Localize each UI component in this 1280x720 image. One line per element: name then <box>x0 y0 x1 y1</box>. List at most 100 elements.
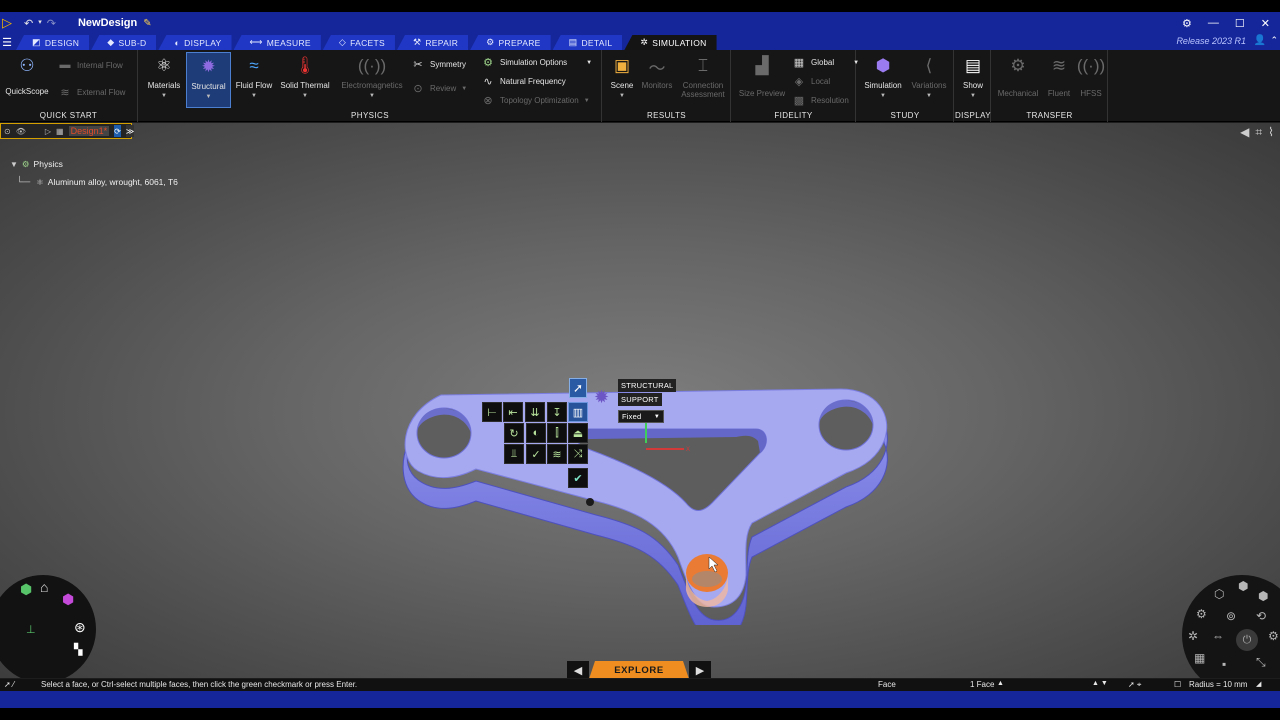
home-icon[interactable]: ⌂ <box>40 579 48 595</box>
status-expand-icon[interactable]: ◢ <box>1256 680 1261 688</box>
symmetry-button[interactable]: ✂ Symmetry <box>411 58 466 71</box>
mechanical-button[interactable]: ⚙ Mechanical <box>996 54 1040 98</box>
tab-measure[interactable]: ⟷ Measure <box>233 35 321 50</box>
refresh-icon[interactable]: ⟳ <box>114 125 121 137</box>
quickscope-button[interactable]: ⚇ QuickScope <box>4 54 50 96</box>
status-up-icon[interactable]: ▲ ▼ <box>1092 680 1108 687</box>
fluid-flow-dropdown-icon[interactable]: ▼ <box>251 93 257 99</box>
tab-facets[interactable]: ◇ Facets <box>322 35 395 50</box>
chevron-down-icon[interactable]: ▼ <box>654 414 660 420</box>
select-mode-icons[interactable]: ➚ ⌖ <box>1128 680 1141 690</box>
wireframe-cube-icon[interactable]: ⬡ <box>1214 587 1224 601</box>
grid-icon[interactable]: ▦ <box>1194 651 1205 665</box>
simulation-options-dropdown-icon[interactable]: ▼ <box>586 60 592 66</box>
simulation-options-button[interactable]: ⚙ Simulation Options ▼ <box>481 56 592 69</box>
radius-value[interactable]: Radius = 10 mm <box>1189 680 1247 689</box>
resolution-button[interactable]: ▩ Resolution <box>792 94 849 107</box>
collapse-triangle-icon[interactable]: ▼ <box>10 160 18 169</box>
bolt-pretension-tool-icon[interactable]: ⫿ <box>547 423 567 443</box>
solid-thermal-button[interactable]: 🌡 Solid Thermal ▼ <box>279 54 331 99</box>
size-preview-button[interactable]: ▟ Size Preview <box>736 54 788 98</box>
shaded-cube-icon[interactable]: ⬢ <box>1258 589 1268 603</box>
maximize-button[interactable]: ☐ <box>1235 17 1245 30</box>
selection-filter[interactable]: Face <box>878 680 896 689</box>
fluent-button[interactable]: ≋ Fluent <box>1042 54 1076 98</box>
review-button[interactable]: ⊙ Review ▼ <box>411 82 467 95</box>
electromagnetics-button[interactable]: ((·)) Electromagnetics ▼ <box>339 54 405 99</box>
selection-count[interactable]: 1 Face <box>970 680 994 689</box>
force-tool-icon[interactable]: ↧ <box>547 402 567 422</box>
tab-simulation[interactable]: ✲ Simulation <box>624 35 717 50</box>
pin-icon[interactable]: ⊙ <box>4 127 11 136</box>
checker-icon[interactable]: ▚ <box>74 643 82 656</box>
app-logo-icon[interactable]: ▷ <box>2 16 16 30</box>
topology-dropdown-icon[interactable]: ▼ <box>584 98 590 104</box>
variations-button[interactable]: ⟨ Variations ▼ <box>907 54 951 99</box>
design-tab[interactable]: ⊙ 👁 ▷ ▦ Design1* ⟳ ≫ <box>0 123 135 139</box>
minimize-button[interactable]: — <box>1208 17 1219 29</box>
selection-count-up-icon[interactable]: ▲ <box>997 680 1004 687</box>
bearing-load-tool-icon[interactable]: ◐ <box>526 423 546 443</box>
scene-button[interactable]: ▣ Scene ▼ <box>605 54 639 99</box>
iso-cube-icon[interactable]: ⬢ <box>62 591 74 608</box>
home-cube-icon[interactable]: ⬢ <box>20 581 32 598</box>
select-pointer-button[interactable]: ➚ <box>569 378 587 398</box>
connection-assessment-button[interactable]: ⌶ Connection Assessment <box>677 54 729 99</box>
tree-item-material[interactable]: └─ ⚛ Aluminum alloy, wrought, 6061, T6 <box>10 173 178 191</box>
undo-icon[interactable]: ↶ <box>24 17 33 30</box>
redo-icon[interactable]: ↷ <box>47 17 56 30</box>
capture-icon[interactable]: ⌗ <box>1255 125 1262 140</box>
scene-dropdown-icon[interactable]: ▼ <box>619 93 625 99</box>
gear-view-icon[interactable]: ⚙ <box>1196 607 1207 621</box>
undo-dropdown-icon[interactable]: ▾ <box>38 17 42 30</box>
eye-icon[interactable]: 👁 <box>16 127 26 136</box>
local-button[interactable]: ◈ Local <box>792 75 830 88</box>
show-button[interactable]: ▤ Show ▼ <box>957 54 989 99</box>
review-dropdown-icon[interactable]: ▼ <box>461 86 467 92</box>
tree-item-physics[interactable]: ▼ ⚙ Physics <box>10 155 178 173</box>
previous-icon[interactable]: ◀ <box>1240 125 1249 140</box>
moment-tool-icon[interactable]: ↻ <box>504 423 524 443</box>
tab-sub-d[interactable]: ◆ Sub-D <box>91 35 157 50</box>
explore-button[interactable]: Explore <box>589 661 689 678</box>
wheel-icon[interactable]: ⊛ <box>74 619 86 636</box>
zoom-icon[interactable]: ⚙ <box>1268 629 1279 643</box>
fit-icon[interactable]: ⤡ <box>1256 655 1266 670</box>
cylindrical-support-tool-icon[interactable]: ⫫ <box>504 444 524 464</box>
spring-tool-icon[interactable]: ≋ <box>547 444 567 464</box>
radius-checkbox-icon[interactable]: ☐ <box>1174 680 1181 689</box>
simulation-dropdown-icon[interactable]: ▼ <box>880 93 886 99</box>
weight-tool-icon[interactable]: ⏏ <box>568 423 588 443</box>
status-tool-icons[interactable]: ➚ ⁄ <box>4 680 14 689</box>
support-type-dropdown[interactable]: Fixed ▼ <box>618 410 664 423</box>
fixed-support-tool-icon[interactable]: ⊢ <box>482 402 502 422</box>
support-tool-icon[interactable]: ▥ <box>568 402 588 422</box>
pressure-tool-icon[interactable]: ⇊ <box>525 402 545 422</box>
graphics-viewport[interactable]: ⊙ 👁 ▷ ▦ Design1* ⟳ ≫ ◀ ⌗ ⌇ ▼ ⚙ Physics └… <box>0 123 1280 678</box>
pan-icon[interactable]: ⇔ <box>1212 629 1224 643</box>
explore-next-icon[interactable]: ▶ <box>689 661 711 678</box>
electromagnetics-dropdown-icon[interactable]: ▼ <box>369 93 375 99</box>
tab-detail[interactable]: ▤ Detail <box>552 35 623 50</box>
monitors-button[interactable]: 〜 Monitors <box>639 54 675 91</box>
tab-display[interactable]: ◐ Display <box>158 35 232 50</box>
settings-icon[interactable]: ⚙ <box>1182 17 1192 30</box>
displacement-tool-icon[interactable]: ⇤ <box>503 402 523 422</box>
account-icon[interactable]: 👤 <box>1254 35 1266 46</box>
section-icon[interactable]: ✲ <box>1188 629 1198 643</box>
measure-view-icon[interactable]: ▪ <box>1222 657 1226 671</box>
tab-repair[interactable]: ⚒ Repair <box>396 35 469 50</box>
fast-forward-icon[interactable]: ≫ <box>125 125 135 137</box>
chart-icon[interactable]: ⌇ <box>1268 125 1274 140</box>
external-flow-button[interactable]: ≋ External Flow <box>58 86 125 99</box>
power-icon[interactable]: ⏻ <box>1236 629 1258 651</box>
close-button[interactable]: ✕ <box>1261 17 1270 30</box>
collapse-ribbon-icon[interactable]: ⌃ <box>1270 35 1278 46</box>
explore-previous-icon[interactable]: ◀ <box>567 661 589 678</box>
internal-flow-button[interactable]: ▬ Internal Flow <box>58 59 123 71</box>
rotate-icon[interactable]: ⟲ <box>1256 609 1266 623</box>
materials-button[interactable]: ⚛ Materials ▼ <box>145 54 183 99</box>
view-cube-icon[interactable]: ⬢ <box>1238 579 1248 593</box>
global-button[interactable]: ▦ Global ▼ <box>792 56 859 69</box>
tab-prepare[interactable]: ⚙ Prepare <box>470 35 551 50</box>
